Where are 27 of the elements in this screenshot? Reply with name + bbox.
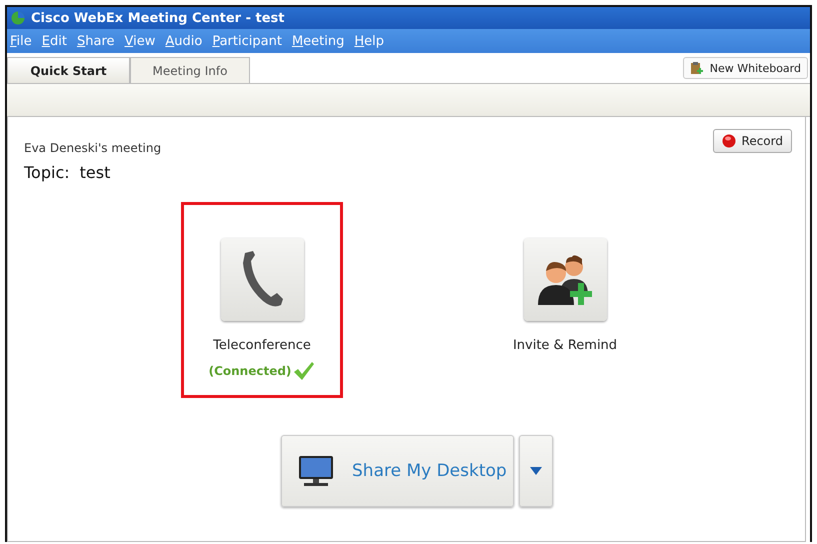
menu-item[interactable]: View	[124, 34, 156, 48]
topic-value: test	[80, 163, 110, 182]
check-icon	[293, 361, 316, 381]
window-title: Cisco WebEx Meeting Center - test	[31, 10, 284, 26]
tab[interactable]: Quick Start	[7, 57, 130, 83]
menu-item[interactable]: Share	[76, 34, 114, 48]
caret-icon	[530, 467, 542, 475]
menu-item[interactable]: Participant	[212, 34, 282, 48]
meeting-owner: Eva Deneski's meeting	[24, 141, 162, 155]
record-button[interactable]: Record	[712, 129, 792, 153]
tab[interactable]: Meeting Info	[130, 57, 250, 83]
menu-item[interactable]: Meeting	[292, 34, 344, 48]
menu-item[interactable]: Audio	[165, 34, 202, 48]
menu-item[interactable]: Edit	[42, 34, 67, 48]
new-whiteboard-button[interactable]: New Whiteboard	[682, 57, 808, 79]
connection-status: (Connected)	[208, 364, 292, 378]
topic-label: Topic:	[24, 163, 70, 182]
action-label: Teleconference	[213, 338, 311, 353]
clipboard-add-icon	[690, 61, 704, 75]
share-desktop-button[interactable]: Share My Desktop	[281, 435, 514, 507]
record-icon	[722, 134, 736, 148]
monitor-icon	[298, 455, 334, 487]
action-tile[interactable]	[220, 238, 304, 321]
menu-item[interactable]: File	[10, 34, 32, 48]
action-tile[interactable]	[524, 238, 606, 321]
menu-item[interactable]: Help	[354, 34, 384, 48]
action-label: Invite & Remind	[512, 338, 618, 353]
